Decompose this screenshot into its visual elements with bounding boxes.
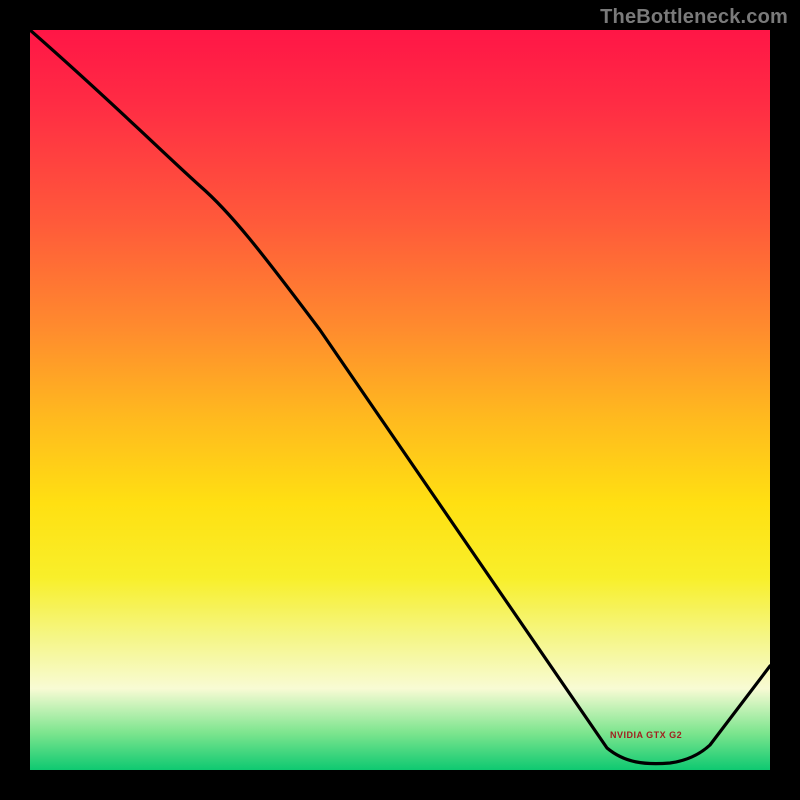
plot-area: NVIDIA GTX G2 — [30, 30, 770, 770]
gpu-annotation: NVIDIA GTX G2 — [610, 730, 682, 740]
source-watermark: TheBottleneck.com — [600, 6, 788, 29]
bottleneck-curve — [30, 30, 770, 770]
chart-frame: NVIDIA GTX G2 TheBottleneck.com — [0, 0, 800, 800]
